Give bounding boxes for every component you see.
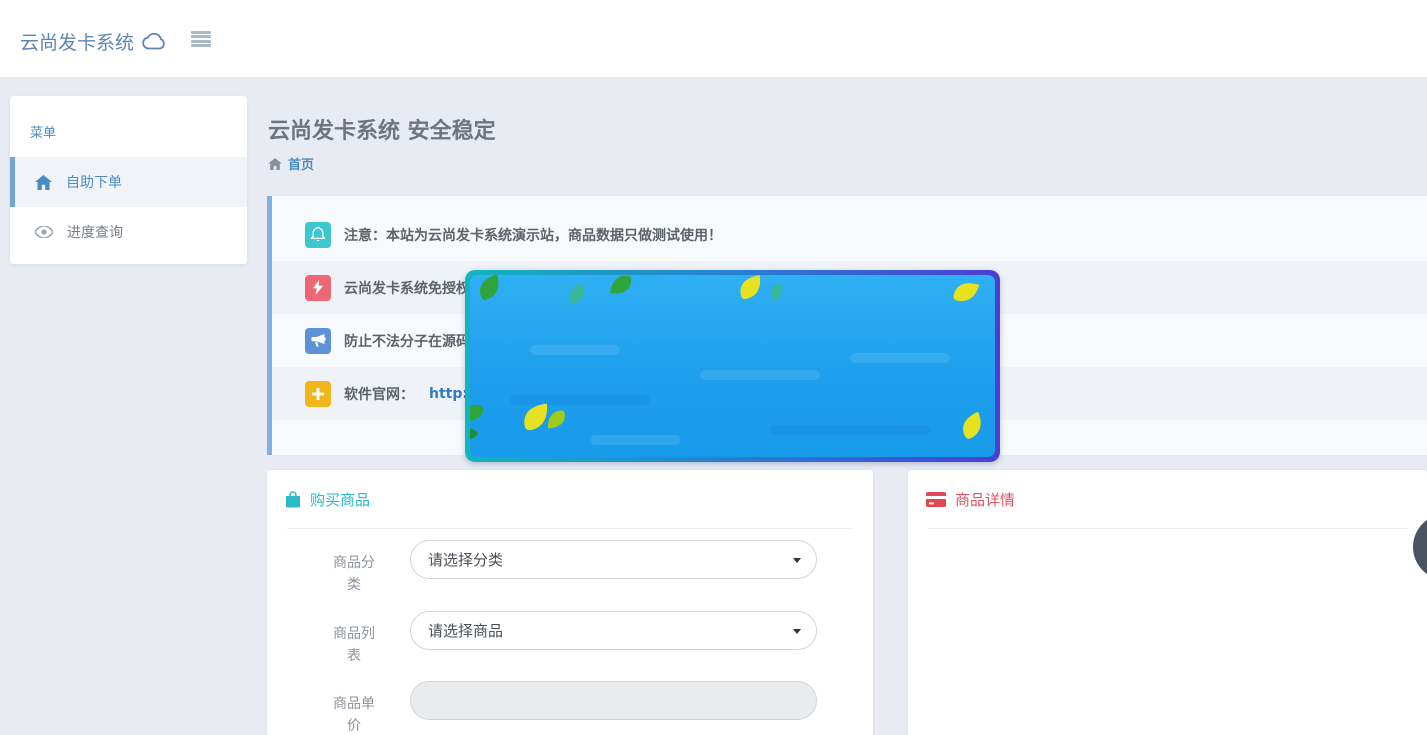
plus-icon: [305, 381, 331, 407]
cloud-icon: [141, 33, 167, 50]
divider: [287, 528, 853, 529]
promo-banner-inner: [470, 275, 995, 457]
product-list-label: 商品列表: [330, 623, 378, 667]
sidebar: 菜单 自助下单 进度查询: [10, 96, 247, 264]
notice-text: 软件官网：: [344, 384, 414, 404]
sidebar-toggle-list-icon[interactable]: [191, 31, 211, 47]
notice-text: 防止不法分子在源码中: [344, 331, 484, 351]
buy-panel: 购买商品 商品分类 请选择分类 商品列表 请选择商品 商品单价: [267, 470, 873, 735]
bullhorn-icon: [305, 328, 331, 354]
notice-text: 云尚发卡系统免授权: [344, 278, 470, 298]
sidebar-item-label: 进度查询: [67, 222, 123, 242]
promo-banner-image: [465, 270, 1000, 462]
divider: [928, 528, 1407, 529]
notice-text: 注意：本站为云尚发卡系统演示站，商品数据只做测试使用！: [344, 225, 722, 245]
sidebar-title: 菜单: [10, 96, 247, 157]
bell-icon: [305, 222, 331, 248]
product-select-value: 请选择商品: [428, 620, 503, 641]
unit-price-label: 商品单价: [330, 693, 378, 735]
banner-leaves-decoration: [470, 275, 995, 457]
detail-panel-title: 商品详情: [955, 489, 1015, 510]
buy-panel-title: 购买商品: [310, 489, 370, 510]
credit-card-icon: [926, 492, 946, 507]
category-select-value: 请选择分类: [428, 549, 503, 570]
sidebar-item-label: 自助下单: [66, 172, 122, 192]
top-header: 云尚发卡系统: [0, 0, 1427, 78]
product-detail-panel: 商品详情: [908, 470, 1427, 735]
home-icon: [35, 175, 52, 190]
unit-price-input: [410, 681, 817, 720]
breadcrumb-home-icon: [268, 158, 282, 170]
category-label: 商品分类: [330, 552, 378, 596]
page-title: 云尚发卡系统 安全稳定: [268, 113, 496, 145]
sidebar-item-self-order[interactable]: 自助下单: [10, 157, 247, 207]
sidebar-item-progress-query[interactable]: 进度查询: [10, 207, 247, 257]
notice-row: 注意：本站为云尚发卡系统演示站，商品数据只做测试使用！: [272, 208, 1427, 261]
eye-icon: [35, 226, 53, 238]
app-logo-text: 云尚发卡系统: [20, 28, 134, 55]
category-select[interactable]: 请选择分类: [410, 540, 817, 579]
product-select[interactable]: 请选择商品: [410, 611, 817, 650]
shopping-bag-icon: [285, 491, 301, 508]
bolt-icon: [305, 275, 331, 301]
app-logo[interactable]: 云尚发卡系统: [20, 28, 167, 55]
breadcrumb: 首页: [268, 154, 314, 173]
chevron-down-icon: [793, 558, 801, 563]
breadcrumb-home-link[interactable]: 首页: [288, 154, 314, 173]
chevron-down-icon: [793, 629, 801, 634]
